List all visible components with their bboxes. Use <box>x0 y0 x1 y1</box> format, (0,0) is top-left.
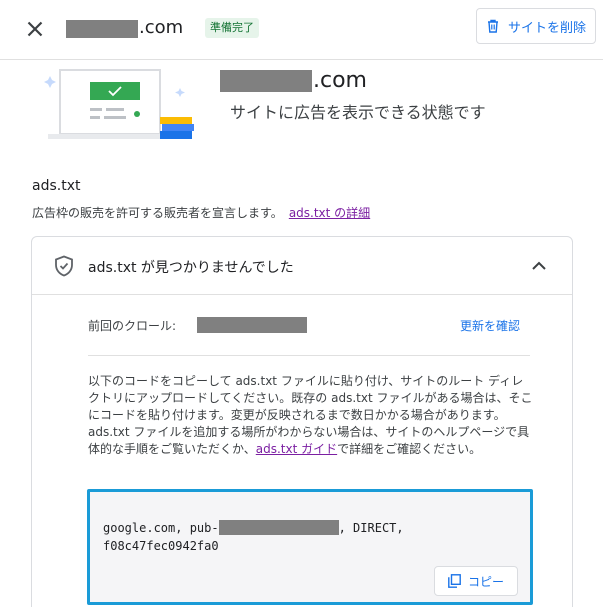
site-ready-illustration <box>44 69 194 139</box>
instructions-text: 以下のコードをコピーして ads.txt ファイルに貼り付け、サイトのルート デ… <box>88 373 534 458</box>
copy-label: コピー <box>467 574 504 589</box>
card-header[interactable]: ads.txt が見つかりませんでした <box>32 237 572 295</box>
instructions-part-2: で詳細をご確認ください。 <box>337 442 482 456</box>
copy-button[interactable]: コピー <box>434 566 518 596</box>
ads-details-link[interactable]: ads.txt の詳細 <box>289 206 370 220</box>
divider <box>88 355 530 356</box>
ads-section-title: ads.txt <box>32 178 81 194</box>
hero-domain-suffix: .com <box>313 68 367 93</box>
redacted-hero-domain <box>220 70 312 92</box>
close-button[interactable] <box>22 16 48 42</box>
redacted-crawl-date <box>197 317 307 333</box>
code-snippet: google.com, pub- , DIRECT, f08c47fec0942f… <box>103 519 523 555</box>
code-line-2: f08c47fec0942fa0 <box>103 539 219 553</box>
ads-guide-link[interactable]: ads.txt ガイド <box>256 442 337 456</box>
copy-icon <box>448 574 461 588</box>
code-snippet-box[interactable]: google.com, pub- , DIRECT, f08c47fec0942f… <box>87 489 533 605</box>
trash-icon <box>487 19 498 33</box>
check-update-link[interactable]: 更新を確認 <box>460 317 520 334</box>
last-crawl-label: 前回のクロール: <box>88 319 177 333</box>
ads-section-description-text: 広告枠の販売を許可する販売者を宣言します。 <box>32 206 283 220</box>
card-title: ads.txt が見つかりませんでした <box>88 260 294 276</box>
redacted-publisher-id <box>218 520 339 535</box>
redacted-domain <box>66 20 138 38</box>
delete-site-button[interactable]: サイトを削除 <box>476 8 596 44</box>
status-badge: 準備完了 <box>205 18 259 38</box>
code-prefix: google.com, pub- <box>103 521 219 535</box>
domain-suffix: .com <box>139 17 184 38</box>
shield-icon <box>55 255 73 277</box>
code-middle: , DIRECT, <box>338 521 404 535</box>
close-icon <box>27 21 43 37</box>
chevron-up-icon[interactable] <box>528 255 550 277</box>
top-bar: .com 準備完了 サイトを削除 <box>0 0 603 60</box>
site-status-text: サイトに広告を表示できる状態です <box>230 103 486 122</box>
delete-site-label: サイトを削除 <box>507 20 586 36</box>
ads-txt-card: ads.txt が見つかりませんでした 前回のクロール: 更新を確認 以下のコー… <box>31 236 573 607</box>
ads-section-description: 広告枠の販売を許可する販売者を宣言します。 ads.txt の詳細 <box>32 204 370 221</box>
